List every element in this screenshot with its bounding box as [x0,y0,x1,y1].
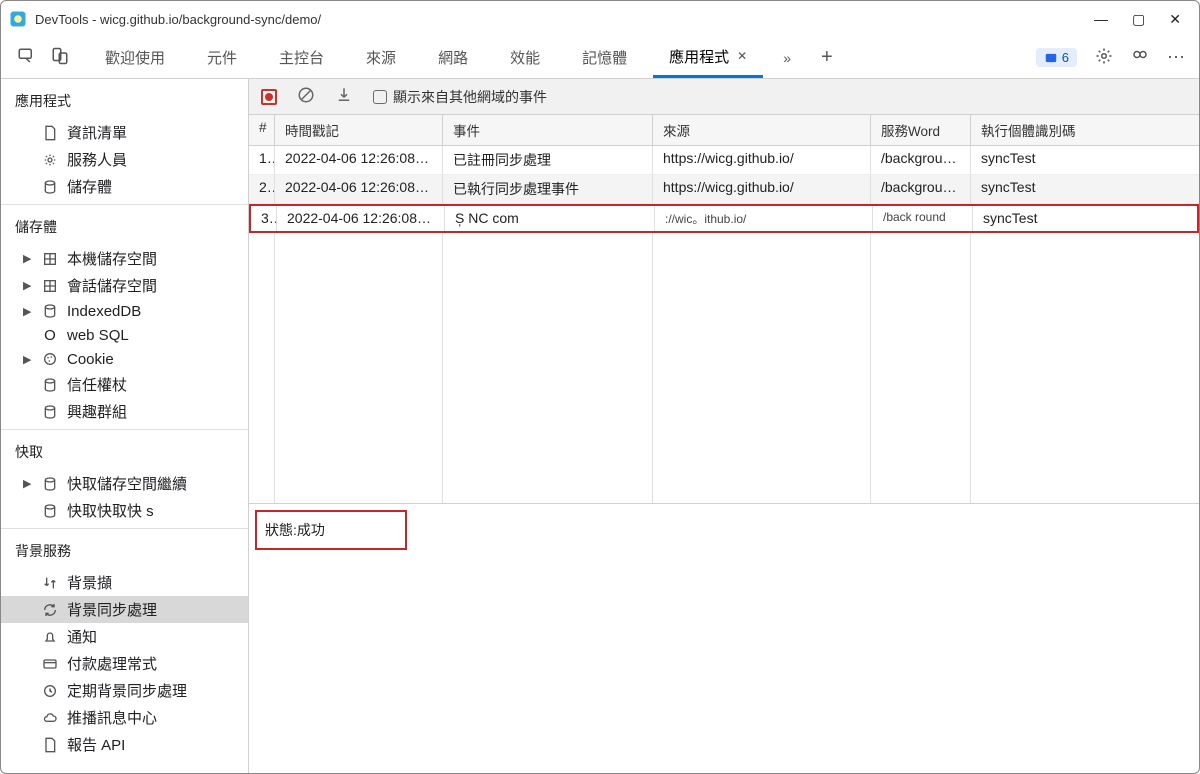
tab-console[interactable]: 主控台 [263,39,340,76]
more-tabs-icon[interactable]: » [773,50,801,66]
database-icon [41,178,59,196]
sidebar-item-interest-groups[interactable]: 興趣群組 [1,398,248,425]
table-empty-area [249,233,1199,504]
tab-application[interactable]: 應用程式✕ [653,38,763,78]
save-button[interactable] [335,86,353,107]
sidebar-item-background-fetch[interactable]: 背景擷 [1,569,248,596]
document-icon [41,736,59,754]
sidebar-item-payment-handler[interactable]: 付款處理常式 [1,650,248,677]
close-button[interactable]: ✕ [1169,11,1181,28]
sync-icon [41,601,59,619]
app-icon [9,10,27,28]
content-pane: 顯示來自其他網域的事件 # 時間戳記 事件 來源 服務Word 執行個體識別碼 … [249,79,1199,773]
more-icon[interactable]: ⋯ [1167,47,1185,68]
show-other-domains-checkbox[interactable]: 顯示來自其他網域的事件 [373,87,547,107]
window-controls: — ▢ ✕ [1094,11,1191,28]
col-idx[interactable]: # [249,115,275,145]
sidebar-item-manifest[interactable]: 資訊清單 [1,119,248,146]
database-icon [41,502,59,520]
issues-badge[interactable]: 6 [1036,48,1077,67]
toolbar-right: 6 ⋯ [1026,47,1195,68]
clear-button[interactable] [297,86,315,107]
sidebar-item-trust-tokens[interactable]: 信任權杖 [1,371,248,398]
tab-performance[interactable]: 效能 [494,39,556,76]
sidebar-section-storage: 儲存體 [1,209,248,245]
grid-icon [41,250,59,268]
tab-memory[interactable]: 記憶體 [566,39,643,76]
record-button[interactable] [261,89,277,105]
events-table-body: 1 2022-04-06 12:26:08.0... 已註冊同步處理 https… [249,146,1199,233]
inspect-tools [5,47,81,68]
sidebar-section-application: 應用程式 [1,83,248,119]
clock-icon [41,682,59,700]
status-text: 狀態:成功 [265,522,325,538]
table-row[interactable]: 2 2022-04-06 12:26:08.0... 已執行同步處理事件 htt… [249,175,1199,204]
tab-network[interactable]: 網路 [422,39,484,76]
col-instance[interactable]: 執行個體識別碼 [971,115,1191,145]
col-event[interactable]: 事件 [443,115,653,145]
sidebar: 應用程式 資訊清單 服務人員 儲存體 儲存體 ▶本機儲存空間 ▶會話儲存空間 ▶… [1,79,249,773]
sidebar-item-service-workers[interactable]: 服務人員 [1,146,248,173]
sidebar-item-reporting-api[interactable]: 報告 API [1,731,248,758]
card-icon [41,655,59,673]
bell-icon [41,628,59,646]
toggle-device-icon[interactable] [51,47,69,68]
close-tab-icon[interactable]: ✕ [737,49,747,63]
sidebar-item-cache-storage[interactable]: ▶快取儲存空間繼續 [1,470,248,497]
database-icon [41,376,59,394]
inspect-element-icon[interactable] [17,47,35,68]
cloud-icon [41,709,59,727]
table-row[interactable]: 1 2022-04-06 12:26:08.0... 已註冊同步處理 https… [249,146,1199,175]
sidebar-item-indexeddb[interactable]: ▶IndexedDB [1,299,248,323]
tab-bar: 歡迎使用 元件 主控台 來源 網路 效能 記憶體 應用程式✕ » + 6 ⋯ [1,37,1199,79]
sidebar-item-local-storage[interactable]: ▶本機儲存空間 [1,245,248,272]
sidebar-item-websql[interactable]: Oweb SQL [1,323,248,347]
sidebar-item-periodic-sync[interactable]: 定期背景同步處理 [1,677,248,704]
table-row-selected[interactable]: 3 2022-04-06 12:26:08.0... S̩ NC com ://… [249,204,1199,233]
events-toolbar: 顯示來自其他網域的事件 [249,79,1199,115]
sidebar-section-cache: 快取 [1,434,248,470]
panel-tabs: 歡迎使用 元件 主控台 來源 網路 效能 記憶體 應用程式✕ » + [89,38,1018,78]
window-title: DevTools - wicg.github.io/background-syn… [35,12,1094,27]
grid-icon [41,277,59,295]
events-table-header: # 時間戳記 事件 來源 服務Word 執行個體識別碼 [249,115,1199,146]
col-timestamp[interactable]: 時間戳記 [275,115,443,145]
tab-elements[interactable]: 元件 [191,39,253,76]
sidebar-item-cookies[interactable]: ▶Cookie [1,347,248,371]
col-sw[interactable]: 服務Word [871,115,971,145]
titlebar: DevTools - wicg.github.io/background-syn… [1,1,1199,37]
document-icon [41,124,59,142]
cookie-icon [41,350,59,368]
swap-icon [41,574,59,592]
sidebar-item-session-storage[interactable]: ▶會話儲存空間 [1,272,248,299]
settings-icon[interactable] [1095,47,1113,68]
status-box: 狀態:成功 [255,510,407,550]
sidebar-item-background-sync[interactable]: 背景同步處理 [1,596,248,623]
col-origin[interactable]: 來源 [653,115,871,145]
circle-icon: O [41,326,59,344]
sidebar-section-bg-services: 背景服務 [1,533,248,569]
add-tab-icon[interactable]: + [811,46,843,69]
feedback-icon[interactable] [1131,47,1149,68]
tab-sources[interactable]: 來源 [350,39,412,76]
sidebar-item-notifications[interactable]: 通知 [1,623,248,650]
sidebar-item-push-messaging[interactable]: 推播訊息中心 [1,704,248,731]
gear-icon [41,151,59,169]
minimize-button[interactable]: — [1094,11,1108,28]
maximize-button[interactable]: ▢ [1132,11,1145,28]
tab-welcome[interactable]: 歡迎使用 [89,39,181,76]
database-icon [41,475,59,493]
database-icon [41,403,59,421]
sidebar-item-app-cache[interactable]: 快取快取快 s [1,497,248,524]
sidebar-item-storage-overview[interactable]: 儲存體 [1,173,248,200]
database-icon [41,302,59,320]
